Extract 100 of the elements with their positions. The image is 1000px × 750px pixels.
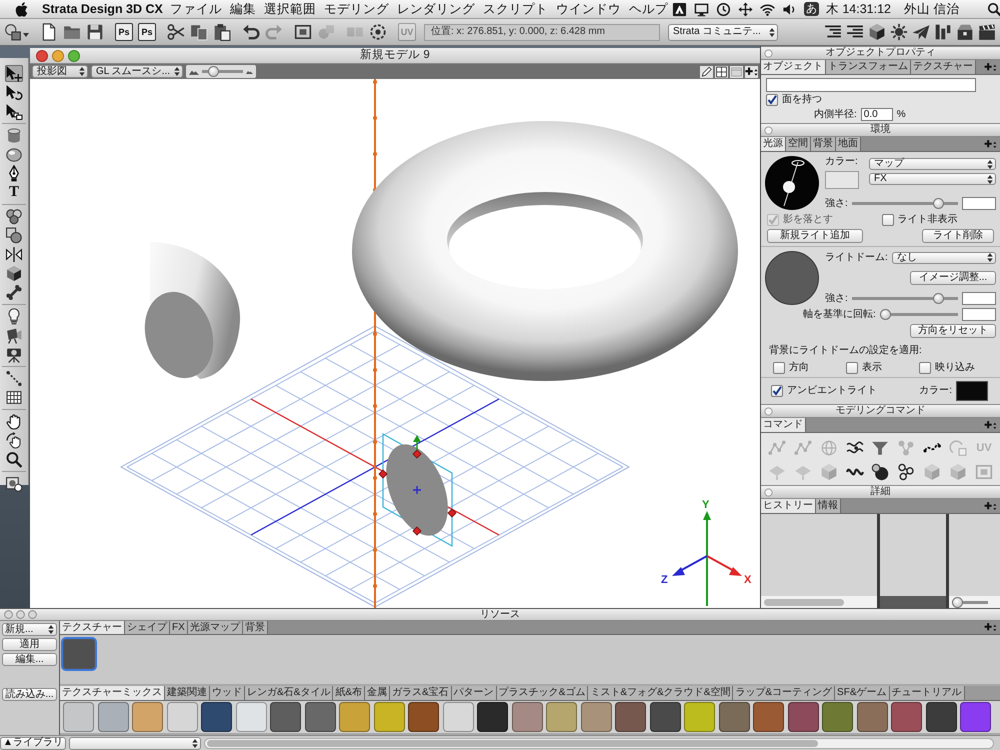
panel-icon[interactable] [730,66,743,78]
value-field[interactable] [962,292,996,305]
tab[interactable]: プラスチック&ゴム [496,686,588,700]
texture-thumbnail[interactable] [270,702,301,732]
tab[interactable]: 背景 [811,137,836,151]
save-icon[interactable] [86,23,104,41]
color-swatch-icon[interactable] [956,381,988,401]
texture-thumbnail[interactable] [166,702,198,732]
tab[interactable]: 背景 [242,621,268,634]
projection-dropdown[interactable]: 投影図 [32,65,88,78]
document-icon[interactable] [40,23,58,41]
grid-icon[interactable] [5,389,23,406]
paste-icon[interactable] [213,23,231,41]
minimize-icon[interactable] [52,50,64,62]
funnel-icon[interactable] [871,439,890,457]
texture-thumbnail[interactable] [891,702,922,732]
texture-thumbnail[interactable] [580,702,612,732]
tab[interactable]: ウッド [210,686,245,700]
import-button[interactable]: 読み込み... [2,688,57,701]
texture-thumbnail[interactable] [615,702,646,732]
tab[interactable]: テクスチャー [911,60,976,74]
light-direction-sphere[interactable] [765,156,819,210]
wifi-icon[interactable] [760,2,775,16]
magnifier-icon[interactable] [5,451,23,468]
tab[interactable]: チュートリアル [890,686,964,700]
texture-thumbnail[interactable] [408,702,439,732]
menu-item[interactable]: ファイル [166,2,226,16]
checkbox[interactable] [773,362,785,374]
plus-menu-icon[interactable] [984,622,997,633]
scrollbar-thumb[interactable] [764,598,844,606]
pointer-move-icon[interactable] [5,65,23,82]
tab[interactable]: トランスフォーム [826,60,911,74]
number-field[interactable]: 0.0 [860,108,893,121]
slider-thumb[interactable] [952,596,963,608]
tab[interactable]: パターン [452,686,497,700]
checkbox[interactable] [766,94,778,106]
tab[interactable]: 紙&布 [333,686,366,700]
fx-dropdown[interactable]: FX [869,173,996,185]
plus-menu-icon[interactable] [984,500,997,512]
value-field[interactable] [962,308,996,321]
circles-icon[interactable] [5,208,23,225]
sun-icon[interactable] [890,23,908,41]
move-handle[interactable] [413,435,421,450]
target-icon[interactable] [369,23,387,41]
pointer-rotate-icon[interactable] [5,84,23,101]
menu-item[interactable]: 編集 [226,2,260,16]
edit-button[interactable]: 編集... [2,653,57,666]
tab[interactable]: コマンド [761,418,806,432]
transform-handle[interactable] [412,449,422,459]
rotate-hand-icon[interactable] [5,432,23,449]
map-dropdown[interactable]: マップ [869,158,996,170]
mirror-icon[interactable] [5,246,23,263]
ring-icon[interactable] [764,126,773,134]
scissors-icon[interactable] [167,23,185,41]
scrollbar-thumb[interactable] [206,740,818,746]
library-button[interactable]: ▲ライブラリ [0,736,66,750]
library-dropdown[interactable] [68,736,201,750]
texture-thumbnail[interactable] [374,702,404,732]
texture-thumbnail[interactable] [718,702,750,732]
texture-thumbnail[interactable] [546,702,577,732]
minimize-icon[interactable] [16,610,25,619]
texture-thumbnail[interactable] [512,702,542,732]
tab[interactable]: 空間 [786,137,811,151]
plus-menu-icon[interactable] [984,138,997,150]
slider-thumb[interactable] [932,293,944,304]
ring-icon[interactable] [764,488,773,496]
slider-thumb[interactable] [208,66,219,77]
copy-icon[interactable] [190,23,208,41]
tab[interactable]: テクスチャーミックス [60,686,165,700]
checkbox[interactable] [846,362,858,374]
texture-thumbnail[interactable] [442,702,474,732]
tab[interactable]: テクスチャー [60,621,125,634]
plus-menu-icon[interactable] [984,420,997,430]
texture-thumbnail[interactable] [339,702,370,732]
window-grid-icon[interactable] [715,66,728,78]
tab[interactable]: 情報 [816,499,841,513]
reset-direction-button[interactable]: 方向をリセット [910,324,996,338]
plus-menu-icon[interactable] [984,62,997,72]
slider-thumb[interactable] [880,309,891,320]
new-button[interactable]: 新規... [2,623,57,636]
texture-thumbnail[interactable] [236,702,266,732]
tab[interactable]: シェイプ [125,621,170,634]
text-tool[interactable]: T [5,184,23,201]
dotted-line-icon[interactable] [5,370,23,387]
tab[interactable]: 金属 [365,686,390,700]
texture-thumbnail[interactable] [98,702,128,732]
transform-handle[interactable] [412,526,422,536]
zoom-icon[interactable] [28,610,37,619]
tab[interactable]: ラップ&コーティング [733,686,836,700]
camera-box-icon[interactable] [5,475,23,492]
box-icon[interactable] [956,23,974,41]
search-icon[interactable] [986,2,1000,16]
texture-thumbnail[interactable] [477,702,508,732]
bars-icon[interactable] [934,23,952,41]
input-mode-indicator[interactable]: あ [804,2,819,16]
tab[interactable]: 地面 [836,137,861,151]
tab[interactable]: 光源 [761,137,786,151]
tab[interactable]: 建築関連 [165,686,210,700]
zoom-icon[interactable] [68,50,80,62]
pointer-squares-icon[interactable] [5,103,23,120]
